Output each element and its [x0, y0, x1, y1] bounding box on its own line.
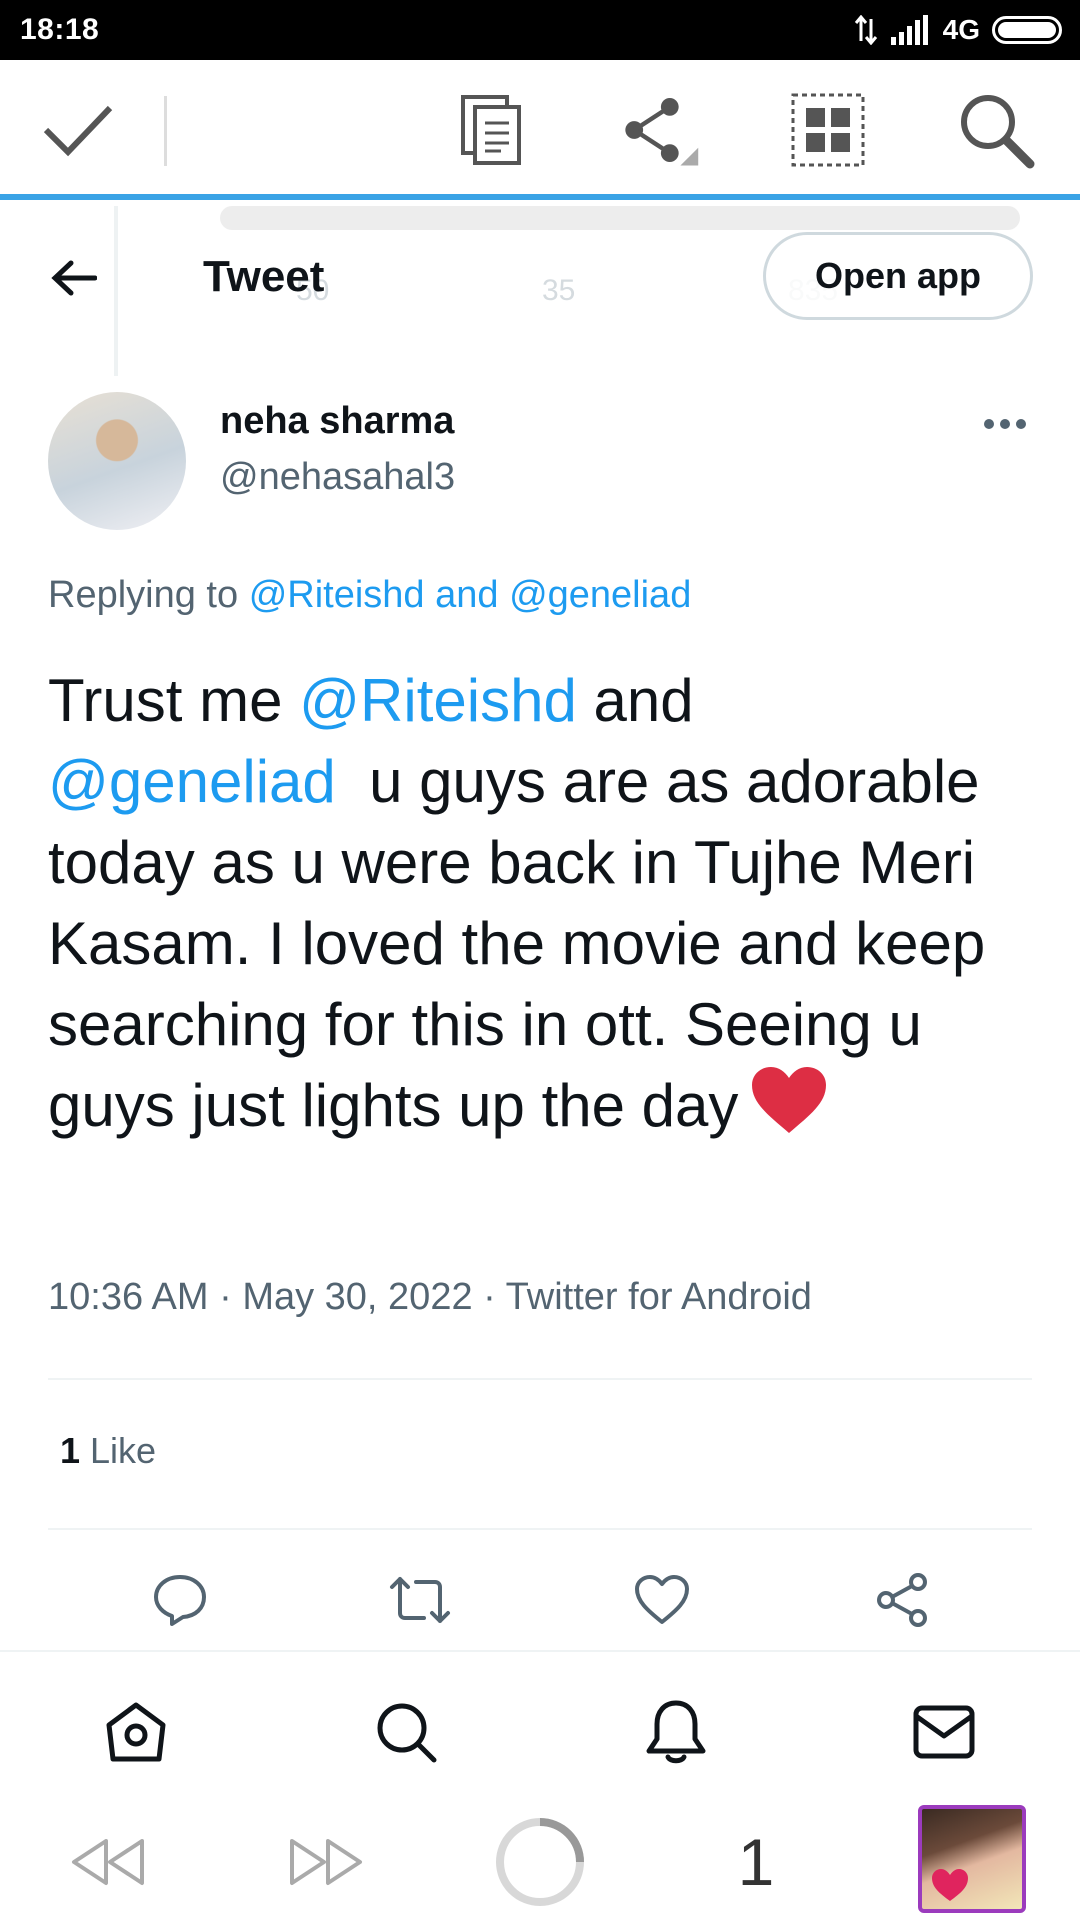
- mention-link[interactable]: @Riteishd: [299, 667, 577, 734]
- retweet-button[interactable]: [388, 1568, 452, 1632]
- forward-button[interactable]: [284, 1817, 368, 1907]
- avatar[interactable]: [48, 392, 186, 530]
- nav-messages[interactable]: [908, 1696, 980, 1768]
- like-count-number: 1: [60, 1430, 81, 1471]
- background-banner: [220, 206, 1020, 230]
- heart-icon: [635, 1575, 689, 1624]
- loading-spinner-icon: [496, 1818, 584, 1906]
- search-icon[interactable]: [956, 90, 1036, 170]
- like-button[interactable]: [630, 1568, 694, 1632]
- replying-mentions[interactable]: @Riteishd and @geneliad: [249, 574, 692, 616]
- replying-prefix: Replying to: [48, 574, 239, 616]
- rewind-icon: [72, 1839, 144, 1885]
- copy-page-icon[interactable]: [452, 90, 532, 170]
- status-bar: 18:18 4G: [0, 0, 1080, 60]
- mail-icon: [913, 1705, 975, 1759]
- signal-icon: [890, 15, 928, 45]
- status-time: 18:18: [20, 13, 100, 46]
- red-heart-icon: [750, 1065, 828, 1155]
- author-handle[interactable]: @nehasahal3: [220, 456, 455, 499]
- heart-sticker-icon: [932, 1869, 968, 1901]
- browser-toolbar: [0, 60, 1080, 200]
- tweet-header: Tweet Open app: [0, 230, 1080, 330]
- mention-link[interactable]: @geneliad: [48, 748, 336, 815]
- nav-notifications[interactable]: [640, 1696, 712, 1768]
- data-transfer-icon: [854, 15, 877, 45]
- divider: [48, 1528, 1032, 1530]
- bottom-navigation: [0, 1650, 1080, 1805]
- tab-count: 1: [737, 1825, 775, 1899]
- share-icon: [877, 1573, 927, 1627]
- bell-icon: [646, 1700, 706, 1764]
- like-count[interactable]: 1 Like: [60, 1430, 156, 1472]
- back-button[interactable]: [44, 248, 104, 308]
- replying-to: Replying to @Riteishd and @geneliad: [48, 574, 691, 617]
- tweet-text-part: and: [576, 667, 694, 734]
- like-count-label: Like: [80, 1430, 157, 1471]
- more-options-button[interactable]: [980, 404, 1030, 444]
- tweet-actions: [0, 1560, 1080, 1640]
- browser-bottom-bar: 1: [0, 1805, 1080, 1920]
- reply-button[interactable]: [148, 1568, 212, 1632]
- tabs-grid-icon[interactable]: [788, 90, 868, 170]
- status-indicators: 4G: [853, 14, 1062, 46]
- divider: [48, 1378, 1032, 1380]
- share-icon[interactable]: [620, 90, 700, 170]
- tweet-text: Trust me @Riteishd and @geneliad u guys …: [48, 660, 1038, 1155]
- share-tweet-button[interactable]: [870, 1568, 934, 1632]
- network-type: 4G: [942, 14, 980, 45]
- more-dots-icon: [984, 419, 1026, 429]
- reply-icon: [154, 1575, 206, 1626]
- nav-home[interactable]: [100, 1696, 172, 1768]
- loading-button[interactable]: [494, 1817, 586, 1907]
- retweet-icon: [390, 1577, 450, 1623]
- tweet-timestamp: 10:36 AM · May 30, 2022 · Twitter for An…: [48, 1276, 812, 1318]
- rewind-button[interactable]: [66, 1817, 150, 1907]
- author-name[interactable]: neha sharma: [220, 400, 454, 443]
- open-app-button[interactable]: Open app: [763, 232, 1033, 320]
- tab-counter[interactable]: 1: [726, 1817, 786, 1907]
- page-title: Tweet: [203, 252, 325, 301]
- fast-forward-icon: [290, 1839, 362, 1885]
- search-icon: [377, 1703, 437, 1763]
- checkmark-icon[interactable]: [38, 90, 118, 170]
- tweet-text-part: Trust me: [48, 667, 300, 734]
- profile-thumbnail[interactable]: [918, 1805, 1026, 1913]
- arrow-left-icon: [51, 260, 97, 296]
- battery-icon: [992, 16, 1062, 44]
- toolbar-divider: [164, 96, 167, 166]
- home-icon: [106, 1702, 166, 1762]
- nav-search[interactable]: [370, 1696, 442, 1768]
